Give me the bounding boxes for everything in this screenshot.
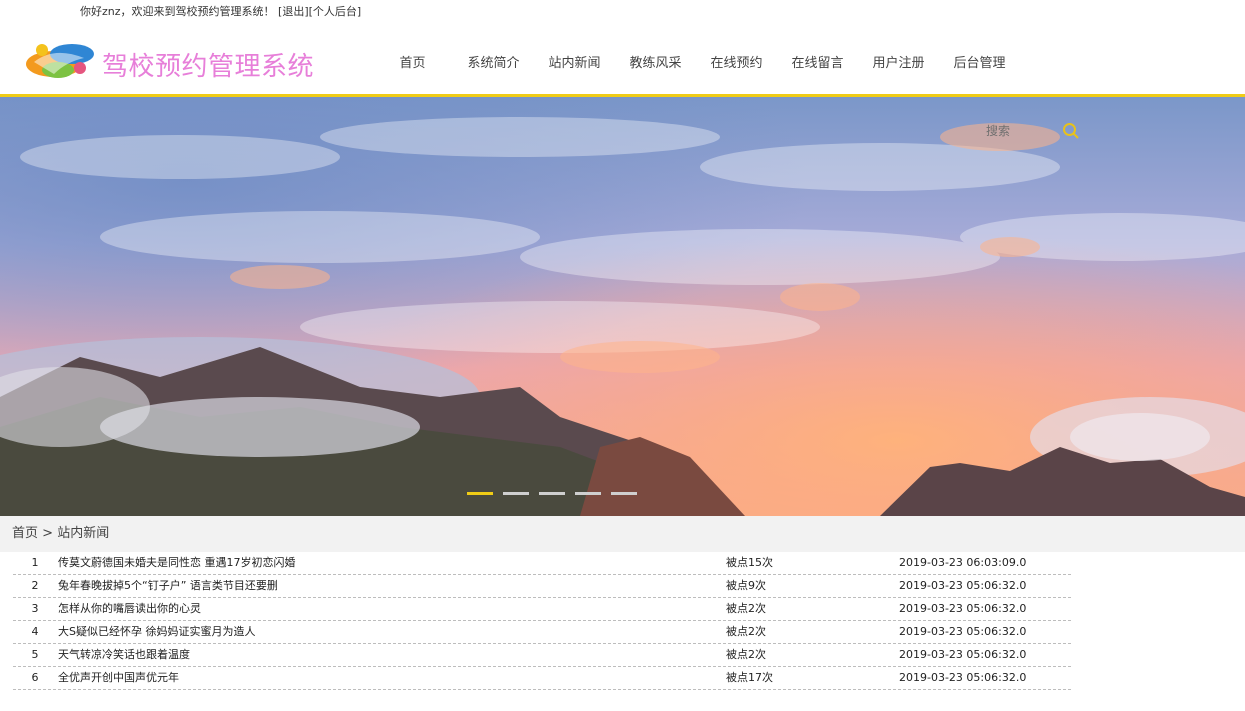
news-number: 3: [31, 602, 39, 615]
breadcrumb: 首页 > 站内新闻: [0, 516, 1245, 552]
search-box: [976, 117, 1086, 145]
slider-dot[interactable]: [467, 492, 493, 495]
banner-image: [0, 97, 1245, 516]
news-hits: 被点17次: [726, 671, 773, 684]
site-header: 驾校预约管理系统 首页 系统简介 站内新闻 教练风采 在线预约 在线留言 用户注…: [0, 22, 1245, 95]
news-title-link[interactable]: 天气转凉冷笑话也跟着温度: [58, 644, 190, 666]
banner-slider[interactable]: [0, 97, 1245, 516]
slider-dots: [467, 492, 647, 495]
news-number: 4: [31, 625, 39, 638]
nav-item-news[interactable]: 站内新闻: [534, 54, 615, 74]
news-title-link[interactable]: 全优声开创中国声优元年: [58, 667, 179, 689]
nav-item-intro[interactable]: 系统简介: [453, 54, 534, 74]
welcome-bar: 你好znz，欢迎来到驾校预约管理系统！ [退出][个人后台]: [80, 4, 361, 20]
news-date: 2019-03-23 05:06:32.0: [899, 625, 1027, 638]
news-title-link[interactable]: 大S疑似已经怀孕 徐妈妈证实蜜月为造人: [58, 621, 255, 643]
news-date: 2019-03-23 05:06:32.0: [899, 648, 1027, 661]
news-number: 6: [31, 671, 39, 684]
news-hits: 被点15次: [726, 556, 773, 569]
news-hits: 被点2次: [726, 602, 766, 615]
main-nav: 首页 系统简介 站内新闻 教练风采 在线预约 在线留言 用户注册 后台管理: [372, 54, 1020, 74]
greeting-text: 你好znz，欢迎来到驾校预约管理系统！: [80, 5, 275, 18]
personal-backend-link[interactable]: [个人后台]: [309, 5, 362, 18]
news-date: 2019-03-23 06:03:09.0: [899, 556, 1027, 569]
list-item: 3 怎样从你的嘴唇读出你的心灵 被点2次 2019-03-23 05:06:32…: [13, 598, 1071, 621]
search-input[interactable]: [976, 117, 1056, 145]
news-list: 1 传莫文蔚德国未婚夫是同性恋 重遇17岁初恋闪婚 被点15次 2019-03-…: [13, 552, 1071, 690]
list-item: 1 传莫文蔚德国未婚夫是同性恋 重遇17岁初恋闪婚 被点15次 2019-03-…: [13, 552, 1071, 575]
list-item: 2 兔年春晚拔掉5个“钉子户” 语言类节目还要删 被点9次 2019-03-23…: [13, 575, 1071, 598]
logo-icon: [26, 44, 94, 78]
news-title-link[interactable]: 传莫文蔚德国未婚夫是同性恋 重遇17岁初恋闪婚: [58, 552, 296, 574]
logout-link[interactable]: [退出]: [278, 5, 309, 18]
slider-dot[interactable]: [575, 492, 601, 495]
news-date: 2019-03-23 05:06:32.0: [899, 671, 1027, 684]
news-hits: 被点2次: [726, 648, 766, 661]
nav-item-register[interactable]: 用户注册: [858, 54, 939, 74]
news-number: 2: [31, 579, 39, 592]
slider-dot[interactable]: [503, 492, 529, 495]
breadcrumb-current: 站内新闻: [57, 526, 110, 541]
nav-item-home[interactable]: 首页: [372, 54, 453, 74]
nav-item-booking[interactable]: 在线预约: [696, 54, 777, 74]
news-number: 5: [31, 648, 39, 661]
news-title-link[interactable]: 怎样从你的嘴唇读出你的心灵: [58, 598, 201, 620]
breadcrumb-home[interactable]: 首页: [12, 526, 38, 541]
list-item: 6 全优声开创中国声优元年 被点17次 2019-03-23 05:06:32.…: [13, 667, 1071, 690]
nav-item-coaches[interactable]: 教练风采: [615, 54, 696, 74]
site-title: 驾校预约管理系统: [102, 52, 315, 82]
news-title-link[interactable]: 兔年春晚拔掉5个“钉子户” 语言类节目还要删: [58, 575, 278, 597]
list-item: 5 天气转凉冷笑话也跟着温度 被点2次 2019-03-23 05:06:32.…: [13, 644, 1071, 667]
news-date: 2019-03-23 05:06:32.0: [899, 579, 1027, 592]
nav-item-admin[interactable]: 后台管理: [939, 54, 1020, 74]
slider-dot[interactable]: [611, 492, 637, 495]
news-date: 2019-03-23 05:06:32.0: [899, 602, 1027, 615]
list-item: 4 大S疑似已经怀孕 徐妈妈证实蜜月为造人 被点2次 2019-03-23 05…: [13, 621, 1071, 644]
news-hits: 被点9次: [726, 579, 766, 592]
slider-dot[interactable]: [539, 492, 565, 495]
search-icon[interactable]: [1062, 122, 1080, 140]
nav-item-messages[interactable]: 在线留言: [777, 54, 858, 74]
news-number: 1: [31, 556, 39, 569]
breadcrumb-separator: >: [38, 526, 58, 541]
news-hits: 被点2次: [726, 625, 766, 638]
